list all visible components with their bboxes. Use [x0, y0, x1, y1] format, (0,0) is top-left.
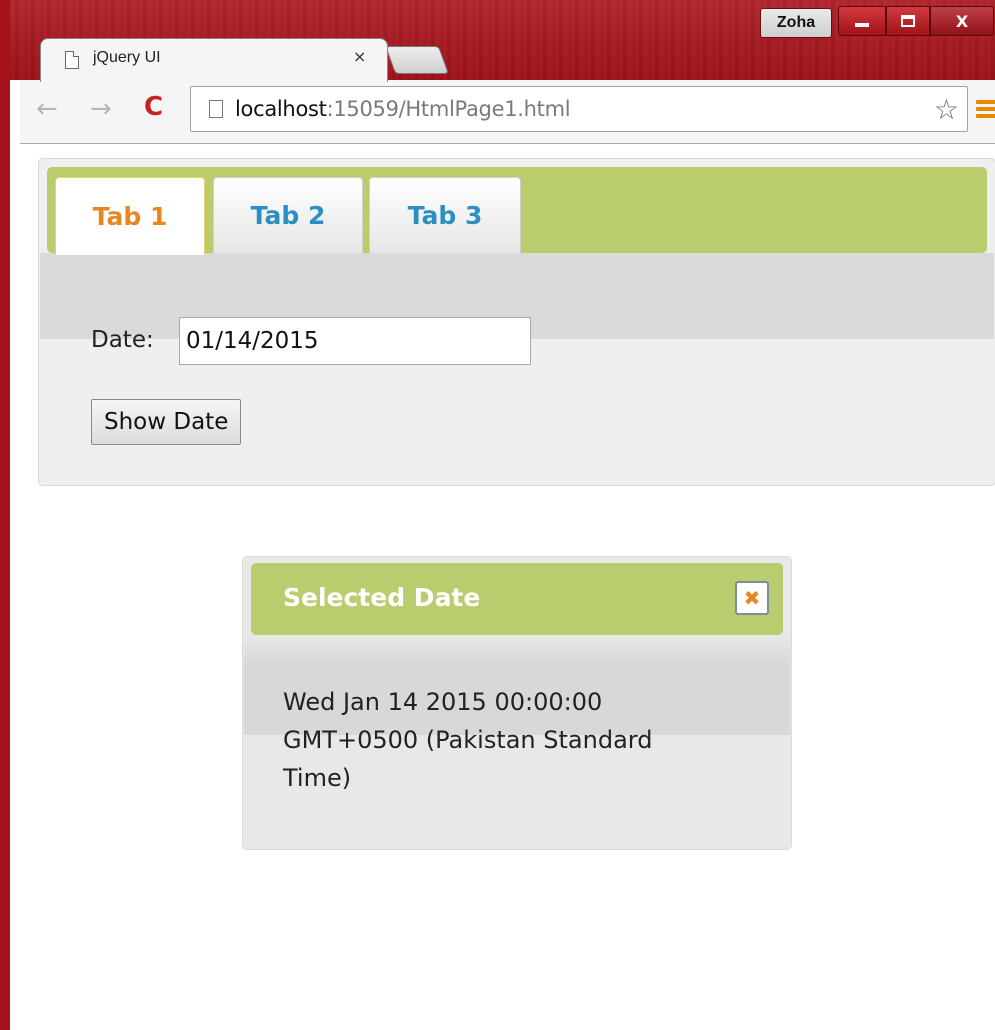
window-controls: X: [838, 6, 995, 38]
maximize-icon: [901, 15, 915, 27]
url-path: :15059/HtmlPage1.html: [326, 97, 571, 121]
minimize-button[interactable]: [838, 6, 886, 36]
browser-toolbar: ← → C localhost:15059/HtmlPage1.html ☆: [20, 80, 995, 144]
dialog-message-line: GMT+0500 (Pakistan Standard: [283, 726, 653, 754]
dialog-message-line: Time): [283, 764, 352, 792]
minimize-icon: [855, 23, 869, 27]
tabs-header: Tab 1 Tab 2 Tab 3: [47, 167, 987, 255]
page-icon: [209, 100, 223, 118]
browser-tab-title: jQuery UI: [93, 49, 161, 66]
date-input[interactable]: [179, 317, 531, 365]
selected-date-dialog: Selected Date ✖ Wed Jan 14 2015 00:00:00…: [242, 556, 792, 850]
dialog-close-button[interactable]: ✖: [735, 581, 769, 615]
tab-3[interactable]: Tab 3: [369, 177, 521, 253]
tabs-widget: Tab 1 Tab 2 Tab 3 Date: Show Date: [38, 158, 995, 486]
profile-badge[interactable]: Zoha: [760, 8, 832, 38]
dialog-message: Wed Jan 14 2015 00:00:00 GMT+0500 (Pakis…: [283, 683, 723, 797]
back-arrow-icon[interactable]: ←: [36, 94, 58, 124]
hamburger-menu-icon[interactable]: [976, 100, 995, 118]
forward-arrow-icon[interactable]: →: [90, 94, 112, 124]
new-tab-button[interactable]: [384, 46, 450, 74]
reload-icon[interactable]: C: [144, 92, 163, 122]
tab-1[interactable]: Tab 1: [55, 177, 205, 255]
show-date-button[interactable]: Show Date: [91, 399, 242, 445]
browser-window: Zoha X jQuery UI × ← → C localhost:15059…: [0, 0, 995, 1030]
window-close-icon: X: [955, 11, 969, 31]
maximize-button[interactable]: [886, 6, 930, 36]
dialog-title: Selected Date: [283, 583, 481, 612]
tab-close-icon[interactable]: ×: [353, 47, 366, 66]
url-text[interactable]: localhost:15059/HtmlPage1.html: [235, 97, 571, 121]
date-label: Date:: [91, 327, 154, 353]
url-host: localhost: [235, 97, 327, 121]
dialog-titlebar[interactable]: Selected Date ✖: [251, 563, 783, 635]
tab-2[interactable]: Tab 2: [213, 177, 363, 253]
star-icon[interactable]: ☆: [934, 93, 959, 126]
address-bar[interactable]: localhost:15059/HtmlPage1.html ☆: [190, 86, 968, 132]
page-icon: [65, 51, 79, 69]
browser-tab-active[interactable]: jQuery UI ×: [40, 38, 388, 82]
window-close-button[interactable]: X: [930, 6, 994, 36]
close-icon: ✖: [743, 586, 761, 610]
dialog-message-line: Wed Jan 14 2015 00:00:00: [283, 688, 603, 716]
